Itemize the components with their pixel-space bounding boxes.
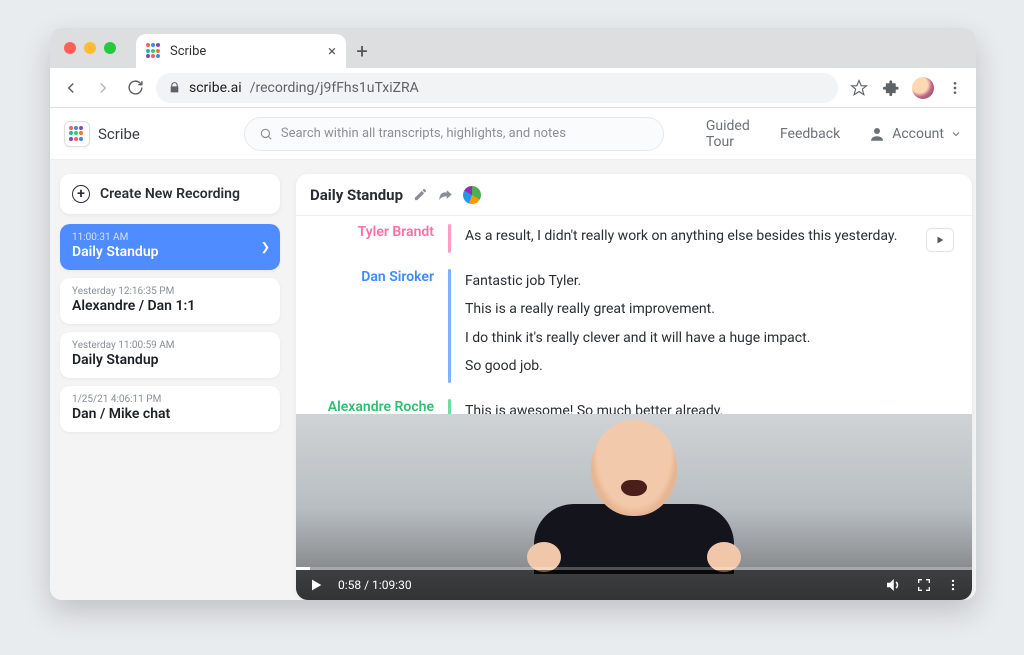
speaker-name: Tyler Brandt: [296, 224, 448, 253]
recording-card[interactable]: Yesterday 12:16:35 PMAlexandre / Dan 1:1: [60, 278, 280, 324]
video-thumbnail: [519, 414, 749, 574]
guided-tour-link[interactable]: Guided Tour: [706, 118, 752, 150]
search-icon: [259, 127, 273, 141]
transcript-lines: This is awesome! So much better already.: [451, 399, 723, 415]
transcript-lines: Fantastic job Tyler. This is a really rea…: [451, 269, 810, 383]
browser-tab-active[interactable]: Scribe ×: [136, 34, 346, 68]
recording-timestamp: 1/25/21 4:06:11 PM: [72, 394, 268, 405]
bookmark-star-icon[interactable]: [848, 79, 870, 97]
video-controls: 0:58 / 1:09:30: [296, 570, 972, 600]
recording-timestamp: 11:00:31 AM: [72, 232, 268, 243]
feedback-link[interactable]: Feedback: [780, 126, 840, 142]
transcript-segment[interactable]: Alexandre Roche This is awesome! So much …: [296, 391, 972, 415]
extensions-icon[interactable]: [880, 79, 902, 96]
back-button[interactable]: [60, 79, 82, 97]
transcript-line[interactable]: This is a really really great improvemen…: [465, 297, 810, 322]
recording-card[interactable]: 11:00:31 AMDaily Standup❯: [60, 224, 280, 270]
recording-title: Daily Standup: [72, 244, 268, 260]
recording-card[interactable]: Yesterday 11:00:59 AMDaily Standup: [60, 332, 280, 378]
transcript-area: Tyler Brandt As a result, I didn't really…: [296, 216, 972, 414]
recording-title: Alexandre / Dan 1:1: [72, 298, 268, 314]
brand[interactable]: Scribe: [64, 121, 140, 147]
speaker-name: Dan Siroker: [296, 269, 448, 383]
chevron-right-icon: ❯: [261, 241, 270, 254]
video-time: 0:58 / 1:09:30: [338, 578, 412, 592]
url-host: scribe.ai: [189, 80, 242, 96]
account-menu[interactable]: Account: [868, 125, 962, 143]
speaker-name: Alexandre Roche: [296, 399, 448, 415]
browser-tabstrip: Scribe × +: [50, 28, 976, 68]
transcript-line[interactable]: I do think it's really clever and it wil…: [465, 326, 810, 351]
create-new-recording-button[interactable]: + Create New Recording: [60, 174, 280, 214]
browser-menu-icon[interactable]: [944, 80, 966, 96]
video-menu-icon[interactable]: [946, 578, 960, 592]
account-label: Account: [892, 126, 944, 142]
browser-toolbar: scribe.ai/recording/j9fFhs1uTxiZRA: [50, 68, 976, 108]
plus-circle-icon: +: [72, 185, 90, 203]
profile-avatar[interactable]: [912, 77, 934, 99]
recording-title: Daily Standup: [72, 352, 268, 368]
create-new-recording-label: Create New Recording: [100, 186, 240, 202]
video-current-time: 0:58: [338, 578, 361, 592]
panel-header: Daily Standup: [296, 174, 972, 216]
url-path: /recording/j9fFhs1uTxiZRA: [250, 80, 419, 96]
window-controls: [64, 42, 116, 54]
video-duration: 1:09:30: [372, 578, 412, 592]
forward-button[interactable]: [92, 79, 114, 97]
video-player[interactable]: 0:58 / 1:09:30: [296, 414, 972, 600]
zoom-window-button[interactable]: [104, 42, 116, 54]
brand-name: Scribe: [98, 125, 140, 143]
lock-icon: [168, 81, 181, 94]
transcript-line[interactable]: Fantastic job Tyler.: [465, 269, 810, 294]
minimize-window-button[interactable]: [84, 42, 96, 54]
transcript-segment[interactable]: Tyler Brandt As a result, I didn't really…: [296, 216, 972, 261]
close-tab-icon[interactable]: ×: [328, 42, 336, 60]
recording-title: Dan / Mike chat: [72, 406, 268, 422]
main-area: Daily Standup Tyler Brandt As a result, I…: [290, 160, 976, 600]
search-placeholder: Search within all transcripts, highlight…: [281, 126, 566, 141]
transcript-line[interactable]: As a result, I didn't really work on any…: [465, 224, 897, 249]
new-tab-button[interactable]: +: [346, 34, 378, 68]
scribe-logo-icon: [64, 121, 90, 147]
recording-card[interactable]: 1/25/21 4:06:11 PMDan / Mike chat: [60, 386, 280, 432]
edit-icon[interactable]: [413, 187, 428, 202]
recording-panel: Daily Standup Tyler Brandt As a result, I…: [296, 174, 972, 600]
chevron-down-icon: [950, 128, 962, 140]
transcript-lines: As a result, I didn't really work on any…: [451, 224, 897, 253]
tab-title: Scribe: [170, 44, 206, 59]
app-header: Scribe Search within all transcripts, hi…: [50, 108, 976, 160]
transcript-segment[interactable]: Dan Siroker Fantastic job Tyler. This is a…: [296, 261, 972, 391]
speaker-pie-icon[interactable]: [463, 186, 481, 204]
share-icon[interactable]: [438, 187, 453, 202]
global-search-input[interactable]: Search within all transcripts, highlight…: [244, 117, 664, 151]
scribe-favicon: [146, 43, 162, 59]
play-segment-button[interactable]: [926, 228, 954, 252]
browser-window: Scribe × + scribe.ai/recording/j9fFhs1uT…: [50, 28, 976, 600]
transcript-line[interactable]: So good job.: [465, 354, 810, 379]
sidebar: + Create New Recording 11:00:31 AMDaily …: [50, 160, 290, 600]
reload-button[interactable]: [124, 79, 146, 96]
person-icon: [868, 125, 886, 143]
app-body: + Create New Recording 11:00:31 AMDaily …: [50, 160, 976, 600]
recording-timestamp: Yesterday 11:00:59 AM: [72, 340, 268, 351]
address-bar[interactable]: scribe.ai/recording/j9fFhs1uTxiZRA: [156, 73, 838, 103]
transcript-line[interactable]: This is awesome! So much better already.: [465, 399, 723, 415]
fullscreen-icon[interactable]: [916, 577, 932, 593]
volume-icon[interactable]: [884, 576, 902, 594]
close-window-button[interactable]: [64, 42, 76, 54]
recording-title: Daily Standup: [310, 186, 403, 204]
play-icon[interactable]: [308, 577, 324, 593]
recording-list: 11:00:31 AMDaily Standup❯Yesterday 12:16…: [60, 224, 280, 432]
recording-timestamp: Yesterday 12:16:35 PM: [72, 286, 268, 297]
